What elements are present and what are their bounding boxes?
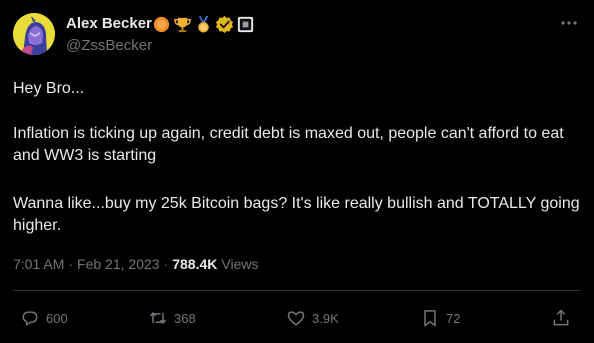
tweet-time[interactable]: 7:01 AM [13, 256, 64, 272]
bookmark-icon [424, 310, 436, 327]
reply-icon [22, 311, 38, 326]
author-handle[interactable]: @ZssBecker [66, 37, 152, 54]
views-count: 788.4K [172, 256, 218, 272]
tweet-text-paragraph: Wanna like...buy my 25k Bitcoin bags? It… [13, 195, 580, 234]
medal-icon [198, 15, 209, 33]
views-label: Views [221, 256, 259, 272]
repost-button[interactable]: 368 [148, 303, 196, 333]
tweet-date[interactable]: Feb 21, 2023 [77, 256, 160, 272]
more-horizontal-icon [561, 21, 577, 25]
heart-icon [287, 311, 305, 326]
tweet-text-paragraph: Inflation is ticking up again, credit de… [13, 125, 564, 164]
reply-button[interactable]: 600 [20, 303, 68, 333]
author-name[interactable]: Alex Becker [66, 15, 152, 32]
avatar-image-icon [13, 13, 55, 55]
bookmark-button[interactable]: 72 [420, 303, 460, 333]
tweet-metadata: 7:01 AM · Feb 21, 2023 · 788.4K Views [13, 256, 258, 272]
avatar[interactable] [13, 13, 55, 55]
share-button[interactable] [551, 303, 571, 333]
share-icon [553, 309, 569, 326]
tweet-card: Alex Becker @ZssBecker Hey Bro... Inflat… [0, 0, 594, 343]
more-options-button[interactable] [558, 14, 580, 32]
repost-icon [149, 311, 167, 325]
tweet-actions: 600 368 3.9K 72 [0, 303, 594, 333]
tweet-text-paragraph: Hey Bro... [13, 80, 85, 97]
author-badges [152, 14, 255, 34]
square-badge-icon [237, 16, 254, 32]
divider [13, 290, 581, 291]
meta-separator: · [163, 256, 169, 272]
repost-count: 368 [174, 310, 196, 326]
like-count: 3.9K [312, 310, 339, 326]
bookmark-count: 72 [446, 310, 461, 326]
trophy-icon [174, 17, 191, 32]
reply-count: 600 [46, 310, 68, 326]
verified-badge-icon[interactable] [215, 15, 234, 34]
like-button[interactable]: 3.9K [286, 303, 339, 333]
meta-separator: · [68, 256, 74, 272]
orange-circle-icon [153, 16, 170, 32]
